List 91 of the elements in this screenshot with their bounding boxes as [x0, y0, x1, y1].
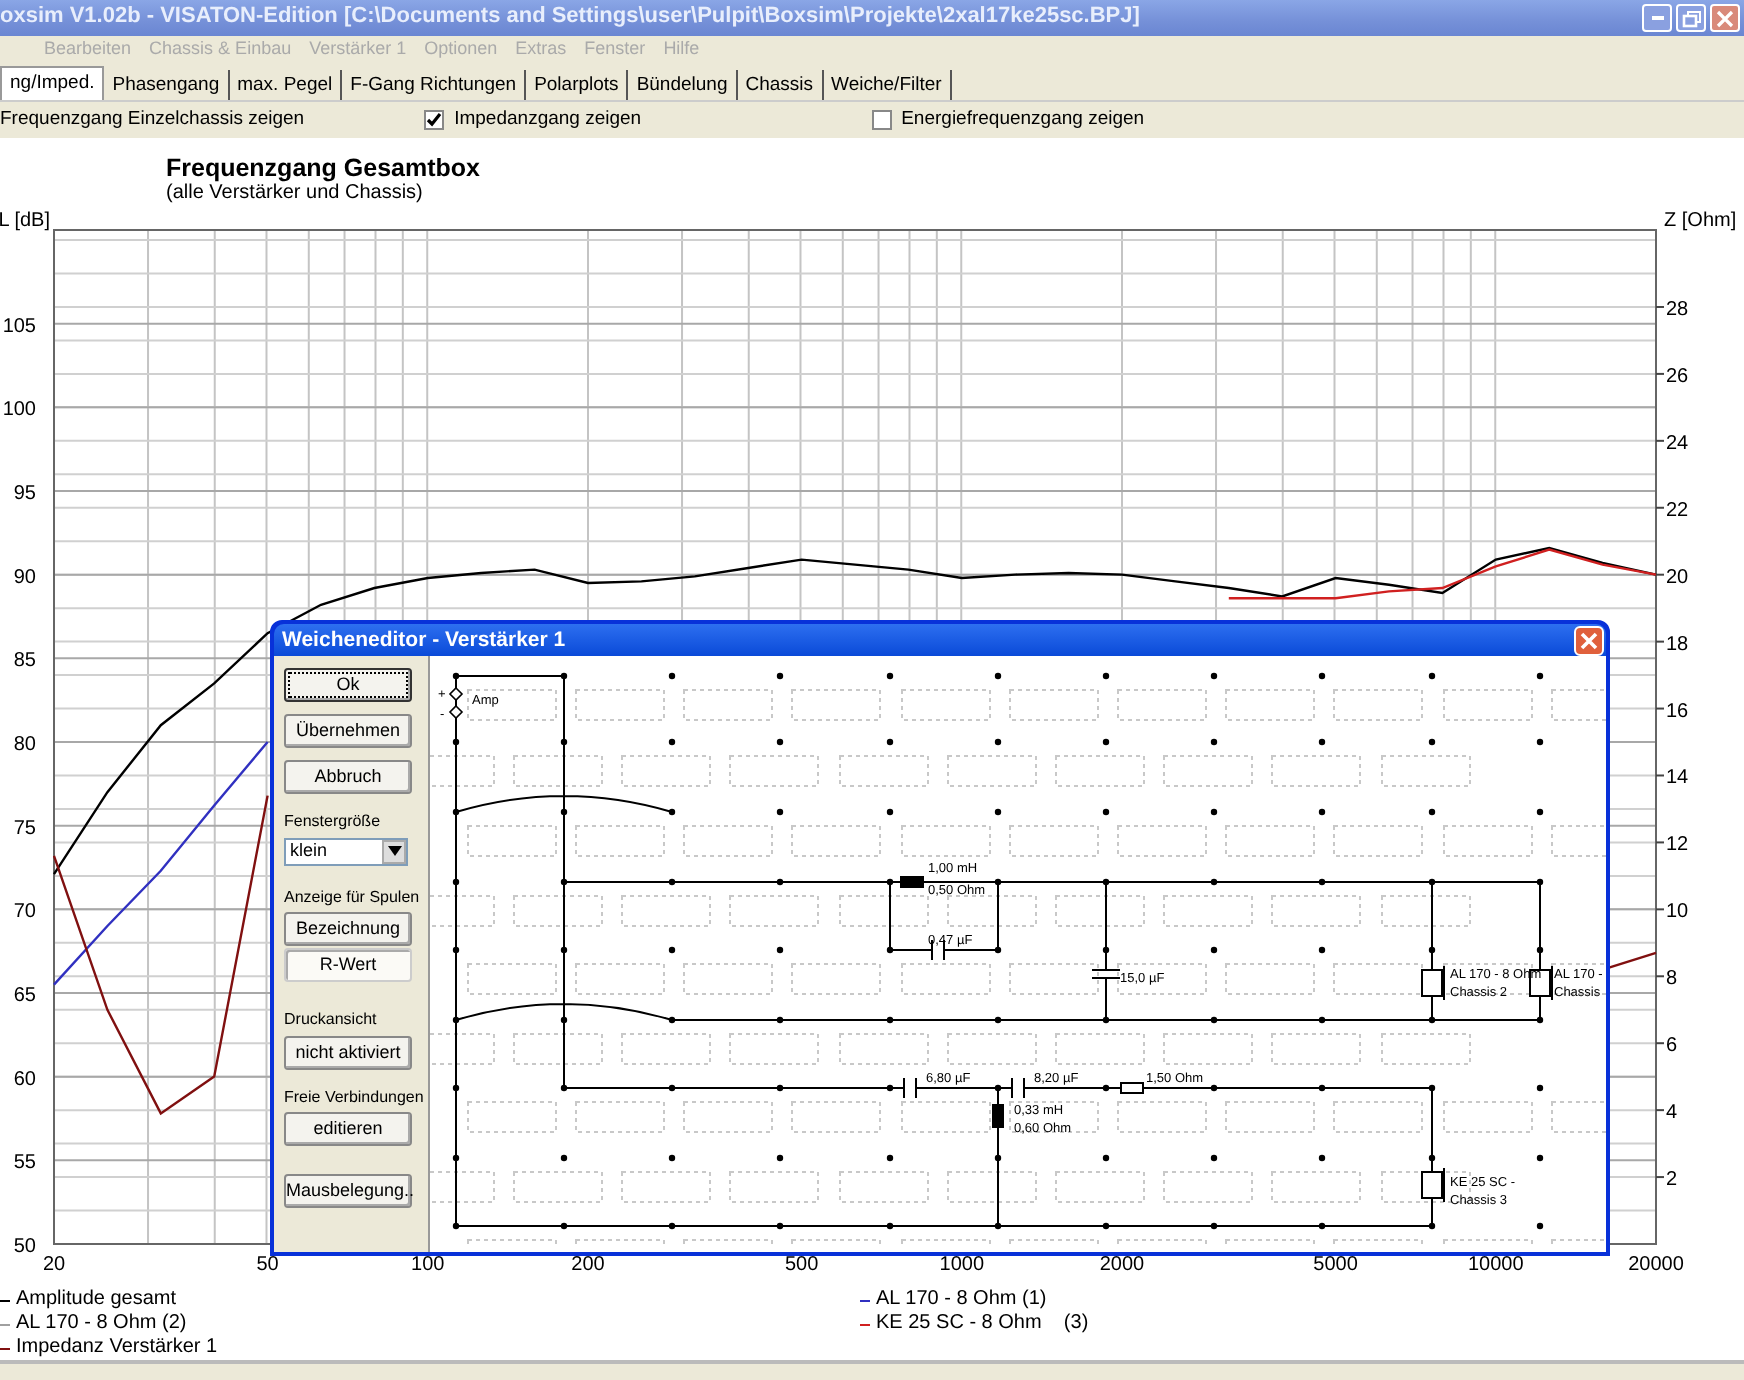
- axis-tick-label: 90: [13, 566, 36, 589]
- tick-mark: [1655, 975, 1665, 978]
- axis-tick-label: 60: [13, 1068, 36, 1091]
- legend-label: Impedanz Verstärker 1: [16, 1336, 218, 1360]
- tick-mark: [1655, 908, 1665, 911]
- tick-mark: [1655, 774, 1665, 777]
- dialog-button[interactable]: Übernehmen: [284, 714, 412, 748]
- tick-mark: [1655, 439, 1665, 442]
- restore-button[interactable]: [1676, 4, 1706, 32]
- checkbox-label: Frequenzgang Einzelchassis zeigen: [0, 108, 305, 132]
- axis-tick-label: 26: [1666, 365, 1689, 388]
- close-button[interactable]: [1574, 625, 1604, 655]
- axis-tick-label: 28: [1666, 298, 1689, 321]
- axis-tick-label: 2: [1666, 1169, 1678, 1192]
- axis-tick-label: 6: [1666, 1035, 1678, 1058]
- axis-tick-label: 95: [13, 483, 36, 506]
- axis-tick-label: 4: [1666, 1102, 1678, 1125]
- dialog-button[interactable]: Ok: [284, 668, 412, 702]
- tick-mark: [1655, 841, 1665, 844]
- axis-tick-label: 20000: [1628, 1254, 1684, 1276]
- chart-subtitle: (alle Verstärker und Chassis): [166, 182, 423, 204]
- axis-tick-label: 20: [1666, 566, 1689, 589]
- dialog-button[interactable]: Mausbelegung..: [284, 1174, 412, 1209]
- axis-tick-label: 5000: [1313, 1254, 1358, 1276]
- axis-tick-label: 16: [1666, 700, 1689, 723]
- close-icon: [1714, 7, 1736, 29]
- tick-mark: [1655, 372, 1665, 375]
- window-title: oxsim V1.02b - VISATON-Edition [C:\Documents and Settings\user\Pulpit\Boxsim\Projekte\2xal17ke25sc.BPJ]: [0, 4, 1142, 32]
- axis-tick-label: 22: [1666, 499, 1689, 522]
- axis-tick-label: 500: [784, 1254, 819, 1276]
- toggle-button[interactable]: R-Wert: [284, 948, 412, 983]
- axis-tick-label: 55: [13, 1152, 36, 1175]
- axis-tick-label: 20: [42, 1254, 66, 1276]
- field-label: Fenstergröße: [284, 812, 383, 832]
- tick-mark: [1655, 707, 1665, 710]
- checkbox-label: Impedanzgang zeigen: [454, 108, 642, 132]
- toggle-button[interactable]: Bezeichnung: [284, 912, 412, 947]
- tick-mark: [1655, 305, 1665, 308]
- axis-tick-label: 50: [13, 1236, 36, 1258]
- axis-tick-label: 100: [2, 399, 36, 422]
- section-label: Druckansicht: [284, 1010, 379, 1030]
- axis-tick-label: 8: [1666, 968, 1678, 991]
- axis-tick-label: 105: [2, 315, 36, 338]
- checkbox[interactable]: [424, 109, 445, 130]
- axis-tick-label: 10: [1666, 901, 1689, 924]
- tick-mark: [1655, 506, 1665, 509]
- close-icon: [1580, 631, 1598, 649]
- axis-title: Z [Ohm]: [1664, 210, 1737, 232]
- axis-tick-label: 18: [1666, 633, 1689, 656]
- axis-tick-label: 100: [411, 1254, 445, 1276]
- dialog-title: Weicheneditor - Verstärker 1: [282, 627, 568, 653]
- axis-tick-label: 200: [571, 1254, 605, 1276]
- tick-mark: [1655, 640, 1665, 643]
- axis-tick-label: 80: [13, 734, 36, 756]
- tab[interactable]: max. Pegel: [229, 70, 343, 100]
- tick-mark: [1655, 1109, 1665, 1112]
- section-label: Anzeige für Spulen: [284, 887, 420, 907]
- legend-label: Amplitude gesamt: [16, 1288, 177, 1312]
- axis-tick-label: 14: [1666, 767, 1689, 790]
- checkbox[interactable]: [871, 109, 892, 130]
- close-button[interactable]: [1710, 4, 1740, 32]
- dropdown[interactable]: klein: [284, 837, 408, 866]
- axis-tick-label: 50: [256, 1254, 279, 1276]
- tab[interactable]: Weiche/Filter: [823, 70, 952, 100]
- axis-tick-label: 75: [13, 817, 36, 840]
- tick-mark: [1655, 1176, 1665, 1179]
- axis-tick-label: 85: [13, 650, 36, 673]
- section-label: Freie Verbindungen: [284, 1087, 420, 1107]
- tab[interactable]: ng/Imped.: [0, 66, 105, 100]
- tick-mark: [1655, 573, 1665, 576]
- dialog-button[interactable]: nicht aktiviert: [284, 1035, 412, 1070]
- legend-label: AL 170 - 8 Ohm (1): [876, 1288, 1047, 1312]
- axis-title: L [dB]: [0, 210, 50, 232]
- legend-label: KE 25 SC - 8 Ohm (3): [876, 1312, 1089, 1336]
- restore-icon: [1680, 7, 1702, 29]
- dialog-button[interactable]: editieren: [284, 1112, 412, 1147]
- minimize-button[interactable]: [1642, 4, 1672, 32]
- checkbox-label: Energiefrequenzgang zeigen: [901, 108, 1145, 132]
- tick-mark: [1655, 1042, 1665, 1045]
- minimize-icon: [1651, 16, 1663, 20]
- axis-tick-label: 12: [1666, 834, 1689, 857]
- axis-tick-label: 70: [13, 901, 36, 924]
- chart-title: Frequenzgang Gesamtbox: [166, 154, 480, 182]
- dropdown-value: klein: [290, 840, 328, 862]
- dialog-button[interactable]: Abbruch: [284, 760, 412, 794]
- axis-tick-label: 10000: [1468, 1254, 1524, 1276]
- axis-tick-label: 24: [1666, 432, 1689, 455]
- axis-tick-label: 1000: [939, 1254, 985, 1276]
- axis-tick-label: 2000: [1099, 1254, 1145, 1276]
- legend-label: AL 170 - 8 Ohm (2): [16, 1312, 187, 1336]
- axis-tick-label: 65: [13, 985, 36, 1007]
